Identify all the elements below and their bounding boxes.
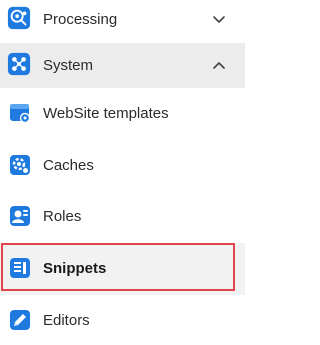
chevron-down-icon[interactable]	[211, 12, 227, 28]
roles-person-icon	[9, 205, 31, 227]
navigation-menu: Processing System WebSite templates Cach…	[0, 0, 245, 345]
nav-item-snippets[interactable]: Snippets	[0, 243, 245, 295]
nav-group-processing[interactable]: Processing	[0, 0, 245, 40]
nav-item-label: Caches	[43, 157, 94, 174]
nav-item-roles[interactable]: Roles	[0, 191, 245, 243]
nav-item-label: WebSite templates	[43, 105, 169, 122]
nav-group-label: Processing	[43, 11, 118, 28]
nav-item-label: Editors	[43, 312, 90, 329]
nav-item-caches[interactable]: Caches	[0, 140, 245, 192]
nav-item-editors[interactable]: Editors	[0, 295, 245, 345]
chevron-up-icon[interactable]	[211, 57, 227, 73]
editor-pencil-icon	[9, 309, 31, 331]
nav-group-system[interactable]: System	[0, 43, 245, 88]
nav-group-label: System	[43, 57, 94, 74]
cache-gear-icon	[9, 154, 31, 176]
nav-item-website-templates[interactable]: WebSite templates	[0, 88, 245, 140]
website-template-icon	[9, 102, 31, 124]
nav-item-label: Snippets	[43, 260, 107, 277]
system-nodes-icon	[7, 52, 31, 76]
brain-gear-icon	[7, 6, 31, 30]
nav-item-label: Roles	[43, 208, 82, 225]
snippets-icon	[9, 257, 31, 279]
